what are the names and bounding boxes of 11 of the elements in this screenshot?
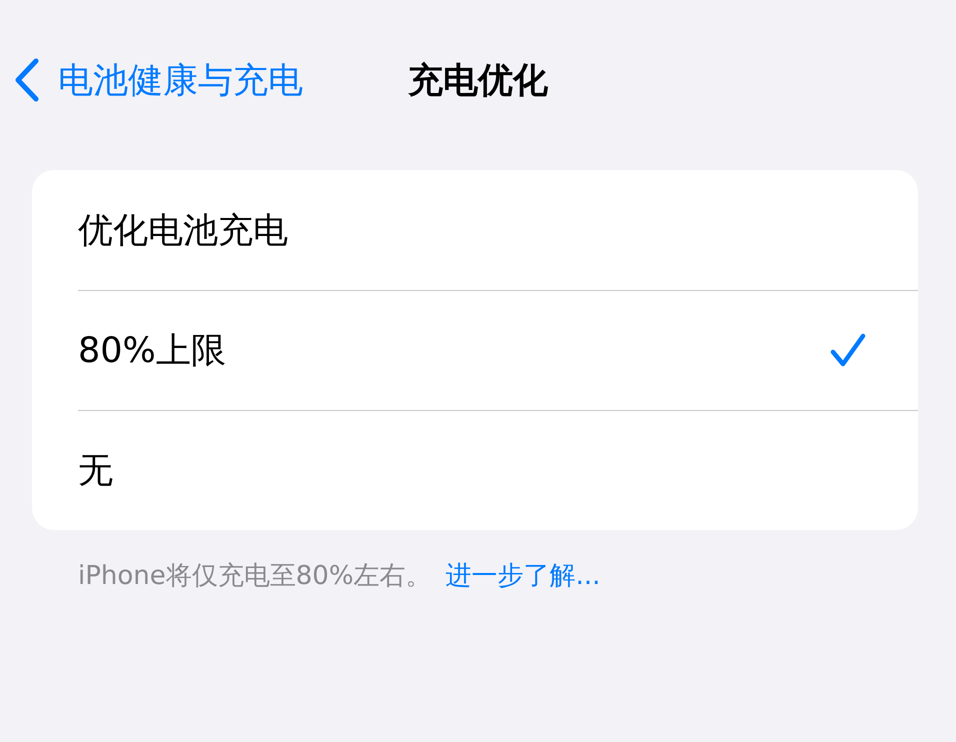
back-chevron-icon <box>14 58 40 102</box>
option-label: 优化电池充电 <box>78 210 288 252</box>
option-row[interactable]: 80%上限 <box>32 290 918 410</box>
option-row[interactable]: 无 <box>32 410 918 530</box>
option-label: 无 <box>78 450 113 492</box>
learn-more-link[interactable]: 进一步了解... <box>446 561 600 591</box>
page-title: 充电优化 <box>408 60 548 102</box>
option-row[interactable]: 优化电池充电 <box>32 170 918 290</box>
option-label: 80%上限 <box>78 330 226 372</box>
footer-note: iPhone将仅充电至80%左右。 进一步了解... <box>78 560 602 593</box>
back-button[interactable]: 电池健康与充电 <box>14 56 303 104</box>
